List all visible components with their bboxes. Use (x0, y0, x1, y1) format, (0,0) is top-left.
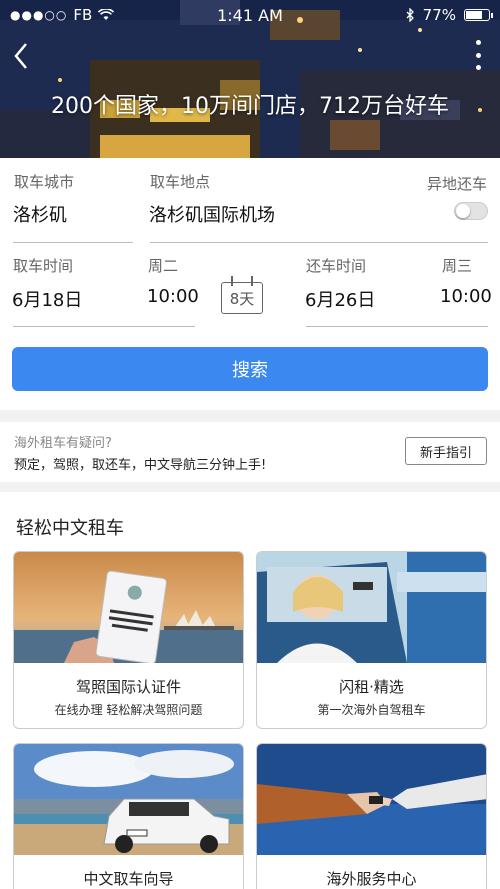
suv-image (14, 744, 243, 855)
pickup-location-value[interactable]: 洛杉矶国际机场 (149, 201, 275, 227)
search-button[interactable]: 搜索 (12, 347, 488, 391)
return-time-underline (306, 326, 488, 327)
pickup-time-underline (13, 326, 195, 327)
more-button[interactable] (472, 40, 484, 70)
card-title: 驾照国际认证件 (75, 678, 181, 696)
back-button[interactable] (8, 38, 38, 74)
card-flash-rent[interactable]: 闪租·精选 第一次海外自驾租车 (256, 551, 487, 729)
pickup-location-label: 取车地点 (150, 173, 211, 191)
pickup-date-value[interactable]: 6月18日 (12, 286, 82, 312)
car-key-image (257, 552, 486, 663)
pickup-time-label: 取车时间 (13, 257, 74, 275)
pickup-time-value[interactable]: 10:00 (147, 286, 199, 307)
card-service-center[interactable]: 海外服务中心 (256, 743, 487, 889)
hero-title: 200个国家，10万间门店，712万台好车 (51, 94, 449, 119)
rental-duration: 8天 (221, 276, 263, 316)
help-description: 预定，驾照，取还车，中文导航三分钟上手! (14, 458, 267, 473)
feature-section: 轻松中文租车 驾照国际认证件 在线办理 轻松解决驾照问题 闪租·精选 第一次海外… (0, 492, 500, 889)
card-title: 海外服务中心 (326, 870, 417, 888)
battery-icon (464, 9, 493, 21)
return-weekday: 周三 (442, 257, 473, 275)
pickup-city-label: 取车城市 (14, 173, 75, 191)
card-title: 闪租·精选 (339, 678, 404, 696)
diff-return-label: 异地还车 (426, 175, 487, 193)
pickup-location-underline (150, 242, 488, 243)
pickup-city-underline (13, 242, 133, 243)
return-date-value[interactable]: 6月26日 (305, 286, 375, 312)
status-time: 1:41 AM (217, 5, 283, 25)
beginner-guide-button[interactable]: 新手指引 (405, 437, 487, 465)
section-title: 轻松中文租车 (16, 518, 124, 539)
license-image (14, 552, 243, 663)
toggle-knob (456, 204, 470, 218)
card-title: 中文取车向导 (83, 870, 174, 888)
booking-form: 取车城市 洛杉矶 取车地点 洛杉矶国际机场 异地还车 取车时间 周二 6月18日… (0, 158, 500, 410)
card-license[interactable]: 驾照国际认证件 在线办理 轻松解决驾照问题 (13, 551, 244, 729)
help-question: 海外租车有疑问? (14, 436, 112, 451)
diff-return-toggle[interactable] (454, 202, 488, 220)
pickup-weekday: 周二 (148, 257, 179, 275)
help-bar: 海外租车有疑问? 预定，驾照，取还车，中文导航三分钟上手! 新手指引 (0, 422, 500, 482)
return-time-label: 还车时间 (306, 257, 367, 275)
status-bar: ●●●○○ FB 1:41 AM 77% (0, 0, 500, 30)
card-subtitle: 在线办理 轻松解决驾照问题 (54, 703, 203, 717)
chevron-left-icon (14, 43, 27, 69)
card-pickup-guide[interactable]: 中文取车向导 (13, 743, 244, 889)
hero-banner: ●●●○○ FB 1:41 AM 77% 200个国家，10万间门店，712万台… (0, 0, 500, 158)
duration-text: 8天 (229, 290, 255, 308)
card-subtitle: 第一次海外自驾租车 (317, 703, 426, 717)
battery-fill (466, 11, 483, 19)
key-handover-image (257, 744, 486, 855)
more-vertical-icon (475, 40, 481, 45)
return-time-value[interactable]: 10:00 (440, 286, 492, 307)
pickup-city-value[interactable]: 洛杉矶 (13, 201, 67, 227)
